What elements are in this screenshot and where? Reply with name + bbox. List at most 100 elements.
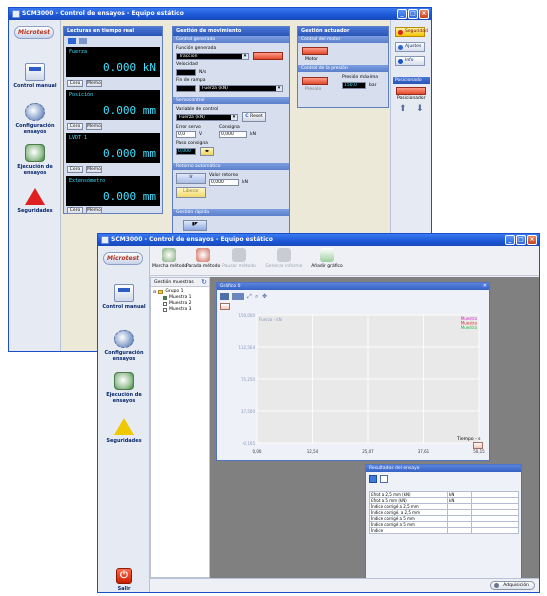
pressure-button[interactable]: [302, 77, 328, 85]
control-var-select[interactable]: Fuerza (kN): [176, 114, 238, 121]
tree-item[interactable]: Muestra 3: [163, 307, 192, 312]
arrow-up-icon[interactable]: ⬆: [399, 104, 407, 114]
stop-method-button[interactable]: Parada método: [186, 248, 220, 269]
ramp-end-mode-select[interactable]: Fuerza (kN): [199, 85, 283, 92]
function-select[interactable]: Traccion: [176, 53, 249, 60]
memo-position-button[interactable]: Memo: [86, 123, 102, 130]
execution-window: SCM3000 - Control de ensayos - Equipo es…: [97, 233, 540, 593]
actuator-title: Gestión actuador: [298, 27, 388, 36]
generate-button[interactable]: [253, 52, 283, 60]
zero-force-button[interactable]: Cero: [67, 80, 83, 87]
legend: MuestraMuestraMuestra: [461, 316, 478, 330]
setpoint-label: Consigna: [219, 125, 240, 130]
setpoint-field[interactable]: 0,000: [219, 131, 247, 138]
close-icon[interactable]: ✕: [483, 283, 487, 290]
add-graph-button[interactable]: Añadir gráfico: [310, 248, 344, 269]
add-graph-icon: [320, 248, 334, 262]
minimize-button[interactable]: _: [505, 235, 515, 245]
zero-position-button[interactable]: Cero: [67, 123, 83, 130]
engine-control-header: Control del motor: [298, 36, 388, 43]
lvdt-display: LVDT 1 0.000 mm: [66, 133, 160, 163]
zoom-icon[interactable]: ⌕: [255, 293, 258, 301]
memo-force-button[interactable]: Memo: [86, 80, 102, 87]
engine-button[interactable]: [302, 47, 328, 55]
memo-extensometer-button[interactable]: Memo: [86, 207, 102, 214]
tree-item[interactable]: Muestra 2: [163, 301, 192, 306]
minimize-button[interactable]: _: [397, 9, 407, 19]
sample-color-swatch: [163, 301, 167, 306]
y-tick-label: -0,165: [242, 441, 255, 446]
nav-seguridades[interactable]: Seguridades: [9, 188, 61, 214]
force-time-chart: 150,000 112,5E4 75,250 37,500 -0,165 0,00 12,…: [238, 313, 486, 454]
info-button[interactable]: Info: [395, 56, 425, 66]
refresh-icon[interactable]: ↻: [201, 279, 207, 286]
return-value-field[interactable]: 0,000: [209, 179, 239, 186]
close-button[interactable]: ×: [527, 235, 537, 245]
start-method-button[interactable]: Marcha método: [152, 248, 187, 269]
x-ticks: 0,00 12,54 25,07 37,61 50,15: [253, 449, 486, 454]
positioner-button[interactable]: [396, 87, 426, 95]
layout-icon[interactable]: [232, 293, 244, 300]
run-icon: [114, 372, 134, 390]
memo-lvdt-button[interactable]: Memo: [86, 166, 102, 173]
logo: Microtest: [14, 26, 54, 39]
go-button[interactable]: Ir: [176, 173, 206, 184]
speed-unit: N/s: [199, 70, 207, 75]
tree-group[interactable]: ⊟ Grupo 1: [153, 289, 183, 294]
folder-icon: [158, 289, 164, 294]
nav-configuracion-ensayos[interactable]: Configuración ensayos: [9, 103, 61, 135]
nav-control-manual[interactable]: Control manual: [9, 63, 61, 89]
pan-icon[interactable]: ✥: [262, 293, 267, 300]
warning-icon: [25, 188, 45, 205]
reset-button[interactable]: C Reset: [242, 112, 266, 122]
document-icon[interactable]: [380, 475, 388, 483]
motion-title: Gestión de movimiento: [173, 27, 289, 36]
acquisition-button[interactable]: Adquisición: [490, 581, 535, 590]
graph-export-icon[interactable]: [473, 442, 483, 449]
y-ticks: 150,000 112,5E4 75,250 37,500 -0,165: [238, 313, 255, 446]
generate-report-button[interactable]: Generar informe: [264, 248, 304, 269]
speed-field[interactable]: [176, 69, 196, 76]
x-tick-label: 50,15: [473, 449, 485, 454]
nav-seguridades[interactable]: Seguridades: [98, 418, 150, 444]
warning-icon: [114, 418, 134, 435]
pressure-label: Presión: [305, 87, 322, 92]
cursor-icon[interactable]: ⤢: [247, 293, 252, 301]
ramp-end-field[interactable]: [176, 85, 196, 92]
report-icon: [277, 248, 291, 262]
release-button[interactable]: Liberar: [176, 187, 206, 198]
fast-stop-button[interactable]: ▮◤: [183, 220, 207, 231]
chart-type-icon[interactable]: [220, 293, 229, 300]
maximize-button[interactable]: □: [516, 235, 526, 245]
error-field: 0,0: [176, 131, 196, 138]
settings-button[interactable]: Ajustes: [395, 42, 425, 52]
export-icon[interactable]: [220, 303, 230, 310]
chart-icon[interactable]: [68, 38, 76, 44]
zero-extensometer-button[interactable]: Cero: [67, 207, 83, 214]
nav-ejecucion-ensayos[interactable]: Ejecución de ensayos: [9, 144, 61, 176]
function-label: Función generada: [176, 46, 217, 51]
max-pressure-field[interactable]: 150,0: [342, 82, 366, 89]
nav-control-manual[interactable]: Control manual: [98, 284, 150, 310]
tree-item[interactable]: Muestra 1: [163, 295, 192, 300]
status-bar: Adquisición: [150, 578, 539, 592]
step-field[interactable]: 0,000: [176, 148, 196, 155]
save-icon[interactable]: [369, 475, 377, 483]
nav-configuracion-ensayos[interactable]: Configuración ensayos: [98, 330, 150, 362]
maximize-button[interactable]: □: [408, 9, 418, 19]
zero-lvdt-button[interactable]: Cero: [67, 166, 83, 173]
settings-icon[interactable]: [79, 38, 87, 44]
close-button[interactable]: ×: [419, 9, 429, 19]
fast-stop-header: Gestión rápida: [173, 209, 289, 216]
exit-button[interactable]: ⏻ Salir: [98, 568, 150, 592]
force-display: Fuerza 0.000 kN: [66, 47, 160, 77]
y-tick-label: 75,250: [241, 377, 255, 382]
pause-method-button[interactable]: Pausar método: [222, 248, 256, 269]
legend-entry: Muestra: [461, 325, 478, 330]
security-button[interactable]: Seguridad: [395, 27, 428, 37]
arrow-down-icon[interactable]: ⬇: [416, 104, 424, 114]
nav-ejecucion-ensayos[interactable]: Ejecución de ensayos: [98, 372, 150, 404]
app-icon: [12, 10, 20, 18]
step-button[interactable]: ◂▸: [200, 147, 214, 156]
title-bar: SCM3000 - Control de ensayos - Equipo es…: [98, 234, 539, 246]
